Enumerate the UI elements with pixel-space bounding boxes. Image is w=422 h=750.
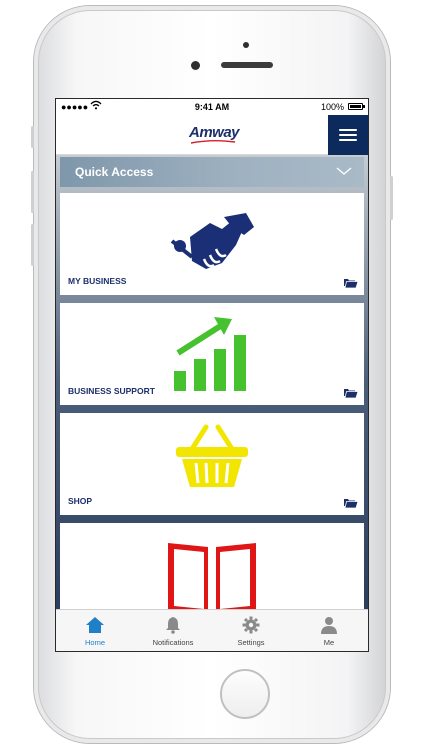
amway-logo[interactable]: Amway (189, 124, 240, 141)
folder-icon[interactable] (344, 497, 358, 508)
card-title: MY BUSINESS (68, 276, 127, 286)
bottom-tab-bar: Home Notifications Settings Me (56, 609, 368, 651)
open-book-icon (168, 543, 256, 617)
hamburger-menu-icon[interactable] (328, 115, 368, 155)
tab-home[interactable]: Home (56, 610, 134, 651)
front-camera (191, 61, 200, 70)
gear-icon (242, 616, 260, 634)
power-button (390, 176, 393, 220)
home-hardware-button[interactable] (220, 669, 270, 719)
volume-down-button (31, 224, 34, 266)
card-my-business[interactable]: MY BUSINESS (60, 193, 364, 295)
app-header: Amway (56, 115, 368, 155)
tab-me[interactable]: Me (290, 610, 368, 651)
card-shop[interactable]: SHOP (60, 413, 364, 515)
handshake-icon (170, 213, 254, 269)
quick-access-dropdown[interactable]: Quick Access (60, 157, 364, 187)
folder-icon[interactable] (344, 387, 358, 398)
bell-icon (166, 617, 180, 634)
tab-label: Settings (237, 638, 265, 647)
shopping-basket-icon (176, 424, 248, 487)
card-title: BUSINESS SUPPORT (68, 386, 155, 396)
folder-icon[interactable] (344, 277, 358, 288)
quick-access-label: Quick Access (75, 165, 154, 179)
tab-settings[interactable]: Settings (212, 610, 290, 651)
volume-up-button (31, 171, 34, 213)
card-title: SHOP (68, 496, 93, 506)
proximity-sensor (243, 42, 249, 48)
chevron-down-icon (336, 167, 352, 175)
home-icon (86, 617, 104, 633)
battery-icon (348, 103, 365, 110)
mute-switch (31, 126, 34, 148)
growth-chart-icon (174, 317, 246, 391)
logo-swoosh-icon (190, 140, 236, 144)
app-screen: ●●●●● 9:41 AM 100% Amway Quick Access MY… (55, 98, 369, 652)
earpiece-speaker (221, 62, 273, 68)
tab-label: Me (323, 638, 335, 647)
card-business-support[interactable]: BUSINESS SUPPORT (60, 303, 364, 405)
main-content: Quick Access MY BUSINESS BUSINESS SUPPOR… (56, 155, 368, 625)
tab-notifications[interactable]: Notifications (134, 610, 212, 651)
person-icon (321, 617, 337, 634)
battery-percentage: 100% (320, 102, 344, 112)
tab-label: Notifications (152, 638, 194, 647)
status-bar: ●●●●● 9:41 AM 100% (56, 99, 368, 115)
tab-label: Home (84, 638, 105, 647)
